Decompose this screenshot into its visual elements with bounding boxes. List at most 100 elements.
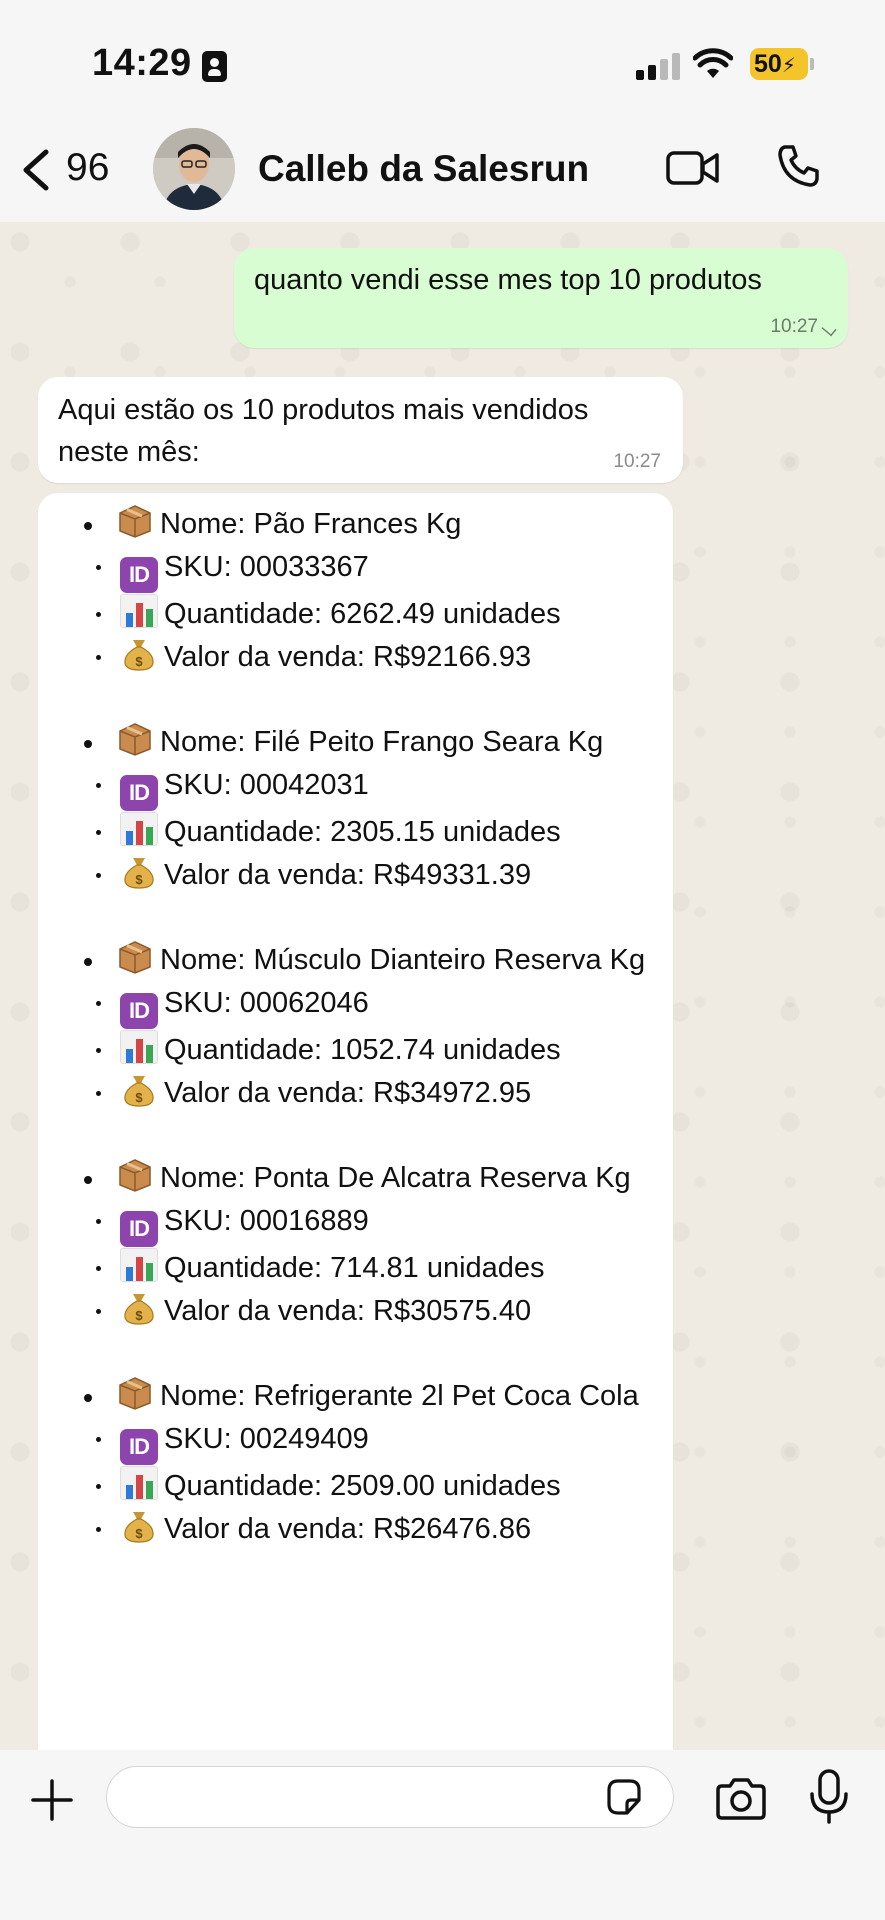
bullet	[96, 612, 101, 617]
product-name: Nome: Ponta De Alcatra Reserva Kg	[160, 1162, 631, 1194]
outgoing-message[interactable]: quanto vendi esse mes top 10 produtos 10…	[234, 248, 848, 348]
message-input[interactable]	[127, 1777, 587, 1817]
product-sku-line: ID SKU: 00016889	[58, 1200, 653, 1247]
product-sku: SKU: 00033367	[164, 551, 369, 583]
bullet	[84, 1394, 92, 1402]
product-name-line: Nome: Pão Frances Kg	[58, 503, 653, 546]
microphone-icon[interactable]	[808, 1768, 850, 1826]
product-sku: SKU: 00042031	[164, 769, 369, 801]
product-entry: Nome: Filé Peito Frango Seara Kg ID SKU: 0…	[58, 721, 653, 897]
product-sku: SKU: 00249409	[164, 1423, 369, 1455]
id-icon: ID	[120, 1211, 158, 1247]
svg-text:$: $	[135, 1090, 143, 1105]
message-field[interactable]	[106, 1766, 674, 1828]
status-time: 14:29	[92, 42, 192, 84]
back-chevron-icon[interactable]	[18, 148, 54, 192]
incoming-product-list-message[interactable]: Nome: Pão Frances Kg ID SKU: 00033367 Quant…	[38, 493, 673, 1750]
bullet	[96, 1048, 101, 1053]
video-call-icon[interactable]	[665, 148, 721, 188]
id-icon: ID	[120, 775, 158, 811]
product-sku-line: ID SKU: 00033367	[58, 546, 653, 593]
id-icon: ID	[120, 1429, 158, 1465]
message-text: Aqui estão os 10 produtos mais vendidos …	[58, 394, 589, 468]
product-value-line: $ Valor da venda: R$92166.93	[58, 636, 653, 679]
bullet	[96, 1219, 101, 1224]
bullet	[96, 1001, 101, 1006]
bullet	[96, 1484, 101, 1489]
product-sku: SKU: 00062046	[164, 987, 369, 1019]
avatar[interactable]	[153, 128, 235, 210]
product-quantity: Quantidade: 6262.49 unidades	[164, 598, 561, 630]
contact-name[interactable]: Calleb da Salesrun	[258, 148, 589, 190]
message-text: quanto vendi esse mes top 10 produtos	[254, 264, 762, 296]
cellular-signal-icon	[636, 52, 680, 80]
product-sku: SKU: 00016889	[164, 1205, 369, 1237]
charging-bolt-icon: ⚡	[781, 55, 796, 77]
message-time: 10:27	[770, 316, 818, 337]
product-name: Nome: Refrigerante 2l Pet Coca Cola	[160, 1380, 639, 1412]
incoming-message[interactable]: Aqui estão os 10 produtos mais vendidos …	[38, 377, 683, 483]
money-bag-icon: $	[124, 858, 154, 889]
product-entry: Nome: Músculo Dianteiro Reserva Kg ID SKU:…	[58, 939, 653, 1115]
bar-chart-icon	[120, 1030, 158, 1064]
bullet	[96, 783, 101, 788]
money-bag-icon: $	[124, 640, 154, 671]
product-entry: Nome: Refrigerante 2l Pet Coca Cola ID SKU…	[58, 1375, 653, 1551]
focus-id-icon	[202, 51, 227, 82]
product-quantity: Quantidade: 1052.74 unidades	[164, 1034, 561, 1066]
bullet	[84, 1176, 92, 1184]
product-quantity-line: Quantidade: 1052.74 unidades	[58, 1029, 653, 1072]
package-icon	[119, 1159, 151, 1192]
composer-bar	[0, 1750, 885, 1920]
product-name-line: Nome: Músculo Dianteiro Reserva Kg	[58, 939, 653, 982]
product-value-line: $ Valor da venda: R$34972.95	[58, 1072, 653, 1115]
chat-area[interactable]: quanto vendi esse mes top 10 produtos 10…	[0, 222, 885, 1750]
svg-text:$: $	[135, 1308, 143, 1323]
product-value: Valor da venda: R$30575.40	[164, 1295, 532, 1327]
product-quantity-line: Quantidade: 2509.00 unidades	[58, 1465, 653, 1508]
svg-text:$: $	[135, 1526, 143, 1541]
unread-count[interactable]: 96	[66, 146, 109, 190]
svg-text:$: $	[135, 872, 143, 887]
product-quantity: Quantidade: 2305.15 unidades	[164, 816, 561, 848]
bar-chart-icon	[120, 1248, 158, 1282]
bar-chart-icon	[120, 1466, 158, 1500]
bullet	[96, 565, 101, 570]
package-icon	[119, 723, 151, 756]
product-name-line: Nome: Refrigerante 2l Pet Coca Cola	[58, 1375, 653, 1418]
battery-tip	[810, 58, 814, 70]
bullet	[96, 873, 101, 878]
status-bar: 14:29 50⚡	[0, 0, 885, 118]
product-name: Nome: Músculo Dianteiro Reserva Kg	[160, 944, 646, 976]
bullet	[96, 1266, 101, 1271]
bullet	[96, 1091, 101, 1096]
sticker-icon[interactable]	[603, 1776, 645, 1818]
product-name: Nome: Pão Frances Kg	[160, 508, 462, 540]
package-icon	[119, 941, 151, 974]
product-name-line: Nome: Ponta De Alcatra Reserva Kg	[58, 1157, 653, 1200]
product-value: Valor da venda: R$92166.93	[164, 641, 532, 673]
attach-plus-icon[interactable]	[30, 1778, 74, 1822]
product-sku-line: ID SKU: 00062046	[58, 982, 653, 1029]
product-sku-line: ID SKU: 00249409	[58, 1418, 653, 1465]
product-value: Valor da venda: R$34972.95	[164, 1077, 532, 1109]
sent-check-icon	[821, 321, 837, 337]
bullet	[84, 740, 92, 748]
message-time: 10:27	[613, 451, 661, 472]
id-icon: ID	[120, 557, 158, 593]
product-name: Nome: Filé Peito Frango Seara Kg	[160, 726, 604, 758]
package-icon	[119, 1377, 151, 1410]
bullet	[84, 522, 92, 530]
money-bag-icon: $	[124, 1294, 154, 1325]
bar-chart-icon	[120, 594, 158, 628]
phone-call-icon[interactable]	[776, 143, 822, 189]
camera-icon[interactable]	[714, 1776, 768, 1822]
product-quantity-line: Quantidade: 714.81 unidades	[58, 1247, 653, 1290]
product-name-line: Nome: Filé Peito Frango Seara Kg	[58, 721, 653, 764]
bullet	[96, 1309, 101, 1314]
wifi-icon	[693, 48, 733, 78]
product-value-line: $ Valor da venda: R$30575.40	[58, 1290, 653, 1333]
money-bag-icon: $	[124, 1076, 154, 1107]
bullet	[96, 655, 101, 660]
bullet	[84, 958, 92, 966]
